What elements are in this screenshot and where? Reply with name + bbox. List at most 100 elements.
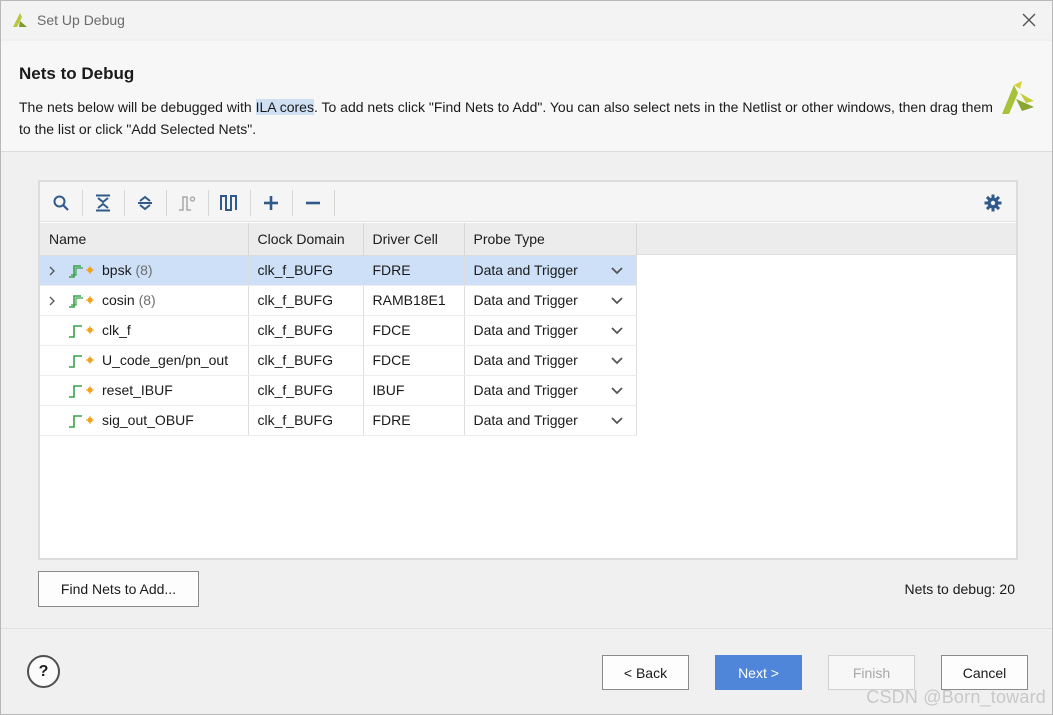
probe-type-select[interactable]: Data and Trigger — [464, 345, 637, 376]
chevron-right-icon[interactable] — [47, 264, 57, 278]
clock-domain-cell: clk_f_BUFG — [248, 285, 364, 316]
driver-cell-cell: FDCE — [363, 315, 465, 346]
chevron-down-icon[interactable] — [610, 385, 624, 397]
watermark-text: CSDN @Born_toward — [866, 687, 1046, 707]
page-description: The nets below will be debugged with ILA… — [19, 96, 994, 140]
net-name-label: sig_out_OBUF — [102, 412, 194, 428]
add-icon — [264, 196, 278, 210]
net-name-cell[interactable]: U_code_gen/pn_out — [40, 345, 249, 376]
description-highlight: ILA cores — [255, 99, 314, 115]
table-header-filler — [636, 223, 1016, 255]
finish-button[interactable]: Finish — [828, 655, 915, 690]
xilinx-logo-icon — [1002, 81, 1034, 114]
debug-marker-icon — [86, 265, 94, 274]
remove-icon — [306, 201, 320, 205]
clock-domain-cell: clk_f_BUFG — [248, 375, 364, 406]
collapse-all-icon — [96, 194, 110, 212]
probe-type-value: Data and Trigger — [473, 382, 578, 398]
chevron-down-icon[interactable] — [610, 325, 624, 337]
probe-type-select[interactable]: Data and Trigger — [464, 375, 637, 406]
column-header-clock-domain[interactable]: Clock Domain — [248, 223, 364, 256]
probe-type-select[interactable]: Data and Trigger — [464, 405, 637, 436]
close-icon[interactable] — [1018, 9, 1040, 31]
driver-cell-cell: FDCE — [363, 345, 465, 376]
nets-toolbar — [40, 182, 1016, 222]
cancel-button[interactable]: Cancel — [941, 655, 1028, 690]
net-name-cell[interactable]: bpsk (8) — [40, 255, 249, 286]
probe-type-select[interactable]: Data and Trigger — [464, 285, 637, 316]
search-button[interactable] — [48, 190, 74, 216]
net-name-cell[interactable]: cosin (8) — [40, 285, 249, 316]
waveform-button[interactable] — [216, 190, 242, 216]
expand-all-button[interactable] — [132, 190, 158, 216]
debug-marker-icon — [86, 325, 94, 334]
net-name-label: U_code_gen/pn_out — [102, 352, 229, 368]
table-row[interactable]: cosin (8) clk_f_BUFG RAMB18E1 Data and Trig… — [40, 285, 637, 316]
column-header-name[interactable]: Name — [40, 223, 249, 256]
chevron-right-icon[interactable] — [47, 294, 57, 308]
driver-cell-cell: FDRE — [363, 405, 465, 436]
table-row[interactable]: clk_f clk_f_BUFG FDCE Data and Trigger — [40, 315, 637, 346]
help-button[interactable]: ? — [27, 655, 60, 688]
remove-button[interactable] — [300, 190, 326, 216]
description-text-1: The nets below will be debugged with — [19, 99, 256, 115]
add-button[interactable] — [258, 190, 284, 216]
net-name-cell[interactable]: reset_IBUF — [40, 375, 249, 406]
net-bit-count: (8) — [135, 262, 153, 278]
debug-marker-icon — [86, 415, 94, 424]
table-row[interactable]: bpsk (8) clk_f_BUFG FDRE Data and Trigger — [40, 255, 637, 286]
waveform-icon — [220, 195, 237, 211]
net-name-label: reset_IBUF — [102, 382, 173, 398]
net-name-label: clk_f — [102, 322, 131, 338]
settings-icon — [984, 194, 1002, 212]
schematic-button[interactable] — [174, 190, 200, 216]
collapse-all-button[interactable] — [90, 190, 116, 216]
window-title: Set Up Debug — [37, 12, 125, 28]
search-icon — [53, 195, 69, 211]
driver-cell-cell: IBUF — [363, 375, 465, 406]
back-button[interactable]: < Back — [602, 655, 689, 690]
vivado-app-icon — [13, 13, 27, 27]
chevron-down-icon[interactable] — [610, 265, 624, 277]
net-icon — [69, 354, 82, 368]
column-header-driver-cell[interactable]: Driver Cell — [363, 223, 465, 256]
chevron-down-icon[interactable] — [610, 355, 624, 367]
find-nets-button[interactable]: Find Nets to Add... — [38, 571, 199, 607]
nets-table: Name Clock Domain Driver Cell Probe Type… — [40, 223, 637, 436]
table-row[interactable]: sig_out_OBUF clk_f_BUFG FDRE Data and Trigg… — [40, 405, 637, 436]
title-bar: Set Up Debug — [1, 1, 1052, 39]
probe-type-select[interactable]: Data and Trigger — [464, 255, 637, 286]
net-name-cell[interactable]: clk_f — [40, 315, 249, 346]
probe-type-value: Data and Trigger — [473, 352, 578, 368]
clock-domain-cell: clk_f_BUFG — [248, 255, 364, 286]
footer-divider — [1, 628, 1052, 629]
nets-panel: Name Clock Domain Driver Cell Probe Type… — [38, 180, 1018, 560]
debug-marker-icon — [86, 385, 94, 394]
column-header-probe-type[interactable]: Probe Type — [464, 223, 637, 256]
debug-marker-icon — [86, 295, 94, 304]
clock-domain-cell: clk_f_BUFG — [248, 345, 364, 376]
net-name-label: bpsk — [102, 262, 132, 278]
next-button[interactable]: Next > — [715, 655, 802, 690]
net-name: bpsk (8) — [49, 262, 153, 278]
net-bit-count: (8) — [138, 292, 156, 308]
chevron-down-icon[interactable] — [610, 415, 624, 427]
probe-type-value: Data and Trigger — [473, 262, 578, 278]
table-row[interactable]: U_code_gen/pn_out clk_f_BUFG FDCE Data and … — [40, 345, 637, 376]
probe-type-value: Data and Trigger — [473, 292, 578, 308]
net-icon — [69, 384, 82, 398]
net-icon — [69, 414, 82, 428]
dialog-window: Set Up Debug Nets to Debug The nets belo… — [0, 0, 1053, 715]
table-row[interactable]: reset_IBUF clk_f_BUFG IBUF Data and Trigger — [40, 375, 637, 406]
settings-button[interactable] — [980, 190, 1006, 216]
net-name-cell[interactable]: sig_out_OBUF — [40, 405, 249, 436]
probe-type-value: Data and Trigger — [473, 322, 578, 338]
nets-to-debug-count: Nets to debug: 20 — [904, 581, 1015, 597]
probe-type-select[interactable]: Data and Trigger — [464, 315, 637, 346]
net-name-label: cosin — [102, 292, 135, 308]
net-icon — [69, 324, 82, 338]
chevron-down-icon[interactable] — [610, 295, 624, 307]
clock-domain-cell: clk_f_BUFG — [248, 405, 364, 436]
net-name: cosin (8) — [49, 292, 156, 308]
debug-marker-icon — [86, 355, 94, 364]
